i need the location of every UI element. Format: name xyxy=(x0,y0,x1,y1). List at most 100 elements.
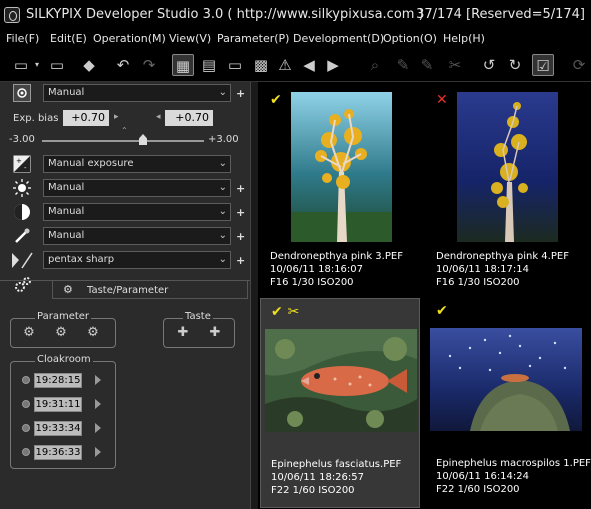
brightness-icon[interactable] xyxy=(13,179,31,197)
thumbnail-filename: Epinephelus macrospilos 1.PEF xyxy=(436,458,591,469)
cloakroom-time-1[interactable]: 19:28:15 xyxy=(34,373,82,388)
erase-icon[interactable]: ◆ xyxy=(78,54,100,76)
taste-add-icon[interactable]: ✚ xyxy=(172,324,194,342)
cloakroom-time-4[interactable]: 19:36:33 xyxy=(34,445,82,460)
white-balance-value: Manual xyxy=(48,87,85,98)
gear-icon: ⚙ xyxy=(63,283,73,296)
eyedropper-gray-icon[interactable]: ✎ xyxy=(392,54,414,76)
check-mark-icon[interactable]: ☑ xyxy=(532,54,554,76)
undo-icon[interactable]: ↶ xyxy=(112,54,134,76)
brightness-select[interactable]: Manual ⌄ xyxy=(43,179,231,197)
straighten-icon[interactable]: ✂ xyxy=(444,54,466,76)
thumbnail-cell[interactable]: ✕ Dendronepthya pink 4.PEF 10/06/11 18:1… xyxy=(426,86,586,296)
thumbnail-exif: F22 1/60 ISO200 xyxy=(436,484,520,495)
exposure-mode-select[interactable]: Manual exposure ⌄ xyxy=(43,155,231,173)
expand-plus-icon[interactable]: + xyxy=(236,88,245,99)
exp-bias-slider-thumb[interactable] xyxy=(139,134,147,145)
menu-parameter[interactable]: Parameter(P) xyxy=(217,30,289,48)
menu-operation[interactable]: Operation(M) xyxy=(93,30,166,48)
thumbnail-grid: ✔ Dendronepthya pink 3.PEF 10/06/11 18:1… xyxy=(258,82,591,509)
menu-file[interactable]: File(F) xyxy=(6,30,39,48)
thumbnail-cell[interactable]: ✔ Epinephelus macrospilos 1.PEF 10/06/11… xyxy=(426,298,591,508)
thumbnail-filename: Epinephelus fasciatus.PEF xyxy=(271,459,402,470)
cloakroom-restore-icon[interactable] xyxy=(95,375,101,385)
parameter-copy-icon[interactable]: ⚙ xyxy=(18,324,40,342)
tab-taste-parameter-label: Taste/Parameter xyxy=(87,285,169,296)
sharpness-select[interactable]: pentax sharp ⌄ xyxy=(43,251,231,269)
rotate-left-icon[interactable]: ↺ xyxy=(478,54,500,76)
exp-bias-slider-track[interactable] xyxy=(42,140,204,142)
menu-development[interactable]: Development(D) xyxy=(293,30,384,48)
cloakroom-slot-indicator[interactable] xyxy=(22,400,30,408)
thumbnail-filename: Dendronepthya pink 3.PEF xyxy=(270,251,403,262)
contrast-select[interactable]: Manual ⌄ xyxy=(43,203,231,221)
cloakroom-restore-icon[interactable] xyxy=(95,423,101,433)
decrease-arrow-icon[interactable]: ▸ xyxy=(114,112,119,122)
thumbnail-view-icon[interactable]: ▦ xyxy=(172,54,194,76)
thumbnail-date: 10/06/11 18:26:57 xyxy=(271,472,365,483)
open-recent-icon[interactable]: ▭ xyxy=(46,54,68,76)
exp-bias-input[interactable]: +0.70 xyxy=(63,110,109,126)
thumbnail-image xyxy=(457,92,558,242)
rotate-right-icon[interactable]: ↻ xyxy=(504,54,526,76)
silkypix-window: SILKYPIX Developer Studio 3.0 ( http://w… xyxy=(0,0,591,509)
menu-bar: File(F) Edit(E) Operation(M) View(V) Par… xyxy=(0,30,591,48)
menu-help[interactable]: Help(H) xyxy=(443,30,485,48)
cloakroom-restore-icon[interactable] xyxy=(95,447,101,457)
expand-plus-icon[interactable]: + xyxy=(236,255,245,266)
expand-plus-icon[interactable]: + xyxy=(236,231,245,242)
combined-view-icon[interactable]: ▤ xyxy=(198,54,220,76)
thumbnail-cell-selected[interactable]: ✔ ✂ Epinephelus fasciatus.PEF 10/06/11 1… xyxy=(260,298,420,508)
exposure-icon[interactable]: +- xyxy=(13,155,31,173)
parameter-paste-icon[interactable]: ⚙ xyxy=(50,324,72,342)
open-folder-icon[interactable]: ▭ xyxy=(10,54,32,76)
exposure-mode-value: Manual exposure xyxy=(48,158,134,169)
sharpness-icon[interactable] xyxy=(10,251,34,269)
expand-plus-icon[interactable]: + xyxy=(236,183,245,194)
refresh-icon[interactable]: ⟳ xyxy=(568,54,590,76)
tab-taste-parameter[interactable]: ⚙ Taste/Parameter xyxy=(52,281,248,299)
exp-bias-value-box[interactable]: +0.70 xyxy=(165,110,213,126)
redo-icon[interactable]: ↷ xyxy=(138,54,160,76)
menu-edit[interactable]: Edit(E) xyxy=(50,30,87,48)
color-select[interactable]: Manual ⌄ xyxy=(43,227,231,245)
thumbnail-exif: F16 1/30 ISO200 xyxy=(270,277,354,288)
next-image-icon[interactable]: ▶ xyxy=(322,54,344,76)
thumbnail-cell[interactable]: ✔ Dendronepthya pink 3.PEF 10/06/11 18:1… xyxy=(260,86,420,296)
title-bar: SILKYPIX Developer Studio 3.0 ( http://w… xyxy=(0,0,591,30)
eyedropper-white-icon[interactable]: ✎ xyxy=(416,54,438,76)
previous-image-icon[interactable]: ◀ xyxy=(298,54,320,76)
color-value: Manual xyxy=(48,230,85,241)
compare-view-icon[interactable]: ▩ xyxy=(250,54,272,76)
menu-option[interactable]: Option(O) xyxy=(383,30,437,48)
color-dropper-icon[interactable] xyxy=(13,227,31,245)
expand-plus-icon[interactable]: + xyxy=(236,207,245,218)
thumbnail-exif: F22 1/60 ISO200 xyxy=(271,485,355,496)
thumbnail-image xyxy=(291,92,392,242)
warning-icon[interactable]: ⚠ xyxy=(274,54,296,76)
menu-view[interactable]: View(V) xyxy=(169,30,211,48)
sharpness-value: pentax sharp xyxy=(48,254,115,265)
cloakroom-group-title: Cloakroom xyxy=(35,354,93,365)
cloakroom-restore-icon[interactable] xyxy=(95,399,101,409)
preview-view-icon[interactable]: ▭ xyxy=(224,54,246,76)
cloakroom-slot-indicator[interactable] xyxy=(22,424,30,432)
increase-arrow-icon[interactable]: ◂ xyxy=(156,112,161,122)
cloakroom-slot-indicator[interactable] xyxy=(22,448,30,456)
svg-text:+: + xyxy=(16,157,22,165)
cloakroom-time-3[interactable]: 19:33:34 xyxy=(34,421,82,436)
thumbnail-date: 10/06/11 18:16:07 xyxy=(270,264,364,275)
exp-min-label: -3.00 xyxy=(9,134,35,145)
white-balance-select[interactable]: Manual ⌄ xyxy=(43,84,231,102)
chevron-down-icon: ⌄ xyxy=(218,254,227,265)
panel-scrollbar[interactable] xyxy=(250,82,258,509)
contrast-icon[interactable] xyxy=(13,203,31,221)
ok-scissors-mark-icon: ✔ ✂ xyxy=(271,304,300,320)
white-balance-icon[interactable] xyxy=(13,84,31,102)
taste-edit-icon[interactable]: ✚ xyxy=(204,324,226,342)
zoom-icon[interactable]: ⌕ xyxy=(364,54,386,76)
parameter-reset-icon[interactable]: ⚙ xyxy=(82,324,104,342)
cloakroom-time-2[interactable]: 19:31:11 xyxy=(34,397,82,412)
open-dropdown-icon[interactable]: ▾ xyxy=(32,54,42,76)
cloakroom-slot-indicator[interactable] xyxy=(22,376,30,384)
